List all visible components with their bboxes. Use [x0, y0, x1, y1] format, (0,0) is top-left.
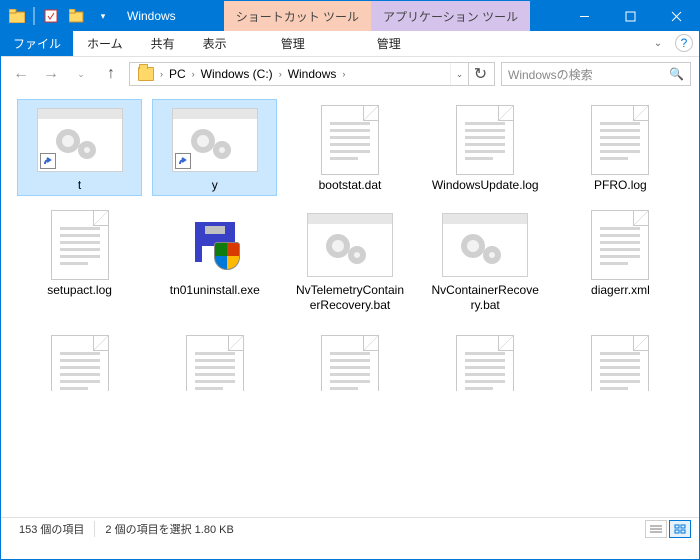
minimize-button[interactable]	[561, 1, 607, 31]
application-tools-tab[interactable]: アプリケーション ツール	[371, 1, 530, 31]
breadcrumb-folder[interactable]: Windows	[282, 67, 343, 81]
refresh-icon[interactable]: ↻	[468, 63, 492, 85]
window-controls	[561, 1, 699, 31]
file-thumbnail	[575, 331, 665, 389]
file-label: setupact.log	[47, 283, 112, 298]
forward-button[interactable]: →	[39, 62, 63, 86]
qat-dropdown-icon[interactable]: ▾	[93, 6, 113, 26]
file-thumbnail	[170, 211, 260, 279]
file-thumbnail	[575, 106, 665, 174]
share-tab[interactable]: 共有	[137, 31, 189, 56]
contextual-tool-tabs: ショートカット ツール アプリケーション ツール	[224, 1, 530, 31]
qat-separator	[33, 7, 35, 25]
maximize-button[interactable]	[607, 1, 653, 31]
file-thumbnail	[35, 211, 125, 279]
file-thumbnail	[170, 331, 260, 389]
file-item[interactable]	[17, 324, 142, 392]
search-icon: 🔍	[669, 67, 684, 81]
recent-dropdown[interactable]: ⌄	[69, 62, 93, 86]
home-tab[interactable]: ホーム	[73, 31, 137, 56]
back-button[interactable]: ←	[9, 62, 33, 86]
file-item[interactable]: tn01uninstall.exe	[152, 204, 277, 316]
search-placeholder: Windowsの検索	[508, 66, 593, 83]
file-item[interactable]: WindowsUpdate.log	[423, 99, 548, 196]
ribbon-tabs: ファイル ホーム 共有 表示 管理 管理 ⌄ ?	[1, 31, 699, 57]
file-item[interactable]	[558, 324, 683, 392]
manage-tab-shortcut[interactable]: 管理	[245, 35, 341, 52]
file-item[interactable]: t	[17, 99, 142, 196]
file-label: NvContainerRecovery.bat	[430, 283, 540, 313]
file-item[interactable]: NvTelemetryContainerRecovery.bat	[287, 204, 412, 316]
breadcrumb-pc[interactable]: PC	[163, 67, 192, 81]
address-bar[interactable]: › PC › Windows (C:) › Windows › ⌄ ↻	[129, 62, 495, 86]
file-thumbnail	[305, 211, 395, 279]
file-thumbnail	[440, 211, 530, 279]
file-item[interactable]	[287, 324, 412, 392]
close-button[interactable]	[653, 1, 699, 31]
file-label: diagerr.xml	[591, 283, 650, 298]
search-input[interactable]: Windowsの検索 🔍	[501, 62, 691, 86]
file-label: t	[78, 178, 81, 193]
view-tab[interactable]: 表示	[189, 31, 241, 56]
window-title: Windows	[119, 1, 184, 31]
chevron-right-icon[interactable]: ›	[342, 69, 345, 79]
folder-icon	[132, 67, 160, 81]
file-thumbnail	[170, 106, 260, 174]
breadcrumb-drive[interactable]: Windows (C:)	[195, 67, 279, 81]
status-bar: 153 個の項目 2 個の項目を選択 1.80 KB	[1, 517, 699, 539]
ribbon-expand-icon[interactable]: ⌄	[647, 31, 669, 56]
file-item[interactable]: y	[152, 99, 277, 196]
file-thumbnail	[440, 331, 530, 389]
icons-view-button[interactable]	[669, 520, 691, 538]
file-label: bootstat.dat	[319, 178, 382, 193]
up-button[interactable]: ↑	[99, 62, 123, 86]
file-item[interactable]: bootstat.dat	[287, 99, 412, 196]
file-tab[interactable]: ファイル	[1, 31, 73, 56]
file-thumbnail	[440, 106, 530, 174]
status-item-count: 153 個の項目	[9, 521, 94, 537]
file-label: y	[212, 178, 218, 193]
quick-access-toolbar: ▾	[1, 1, 119, 31]
file-thumbnail	[305, 331, 395, 389]
new-folder-icon[interactable]	[67, 6, 87, 26]
file-thumbnail	[35, 331, 125, 389]
properties-icon[interactable]	[41, 6, 61, 26]
file-view[interactable]: t y bootstat.dat WindowsUpdate.log PFRO.log s…	[1, 91, 699, 539]
details-view-button[interactable]	[645, 520, 667, 538]
titlebar: ▾ Windows ショートカット ツール アプリケーション ツール	[1, 1, 699, 31]
folder-icon	[7, 6, 27, 26]
file-item[interactable]: PFRO.log	[558, 99, 683, 196]
file-item[interactable]	[423, 324, 548, 392]
file-item[interactable]: diagerr.xml	[558, 204, 683, 316]
file-item[interactable]	[152, 324, 277, 392]
file-thumbnail	[575, 211, 665, 279]
file-label: WindowsUpdate.log	[432, 178, 539, 193]
file-thumbnail	[35, 106, 125, 174]
file-item[interactable]: setupact.log	[17, 204, 142, 316]
navigation-row: ← → ⌄ ↑ › PC › Windows (C:) › Windows › …	[1, 57, 699, 91]
file-thumbnail	[305, 106, 395, 174]
file-item[interactable]: NvContainerRecovery.bat	[423, 204, 548, 316]
address-dropdown-icon[interactable]: ⌄	[450, 63, 468, 85]
file-label: PFRO.log	[594, 178, 647, 193]
help-icon[interactable]: ?	[675, 34, 693, 52]
file-label: NvTelemetryContainerRecovery.bat	[295, 283, 405, 313]
manage-tab-app[interactable]: 管理	[341, 35, 437, 52]
status-selection: 2 個の項目を選択 1.80 KB	[94, 521, 243, 537]
file-label: tn01uninstall.exe	[170, 283, 260, 298]
shortcut-tools-tab[interactable]: ショートカット ツール	[224, 1, 371, 31]
